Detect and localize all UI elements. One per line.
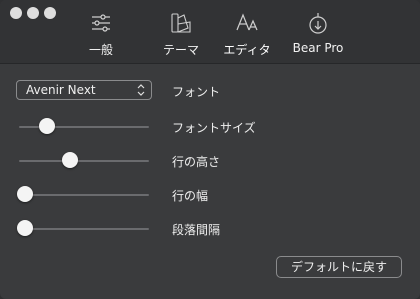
font-select[interactable]: Avenir Next bbox=[16, 80, 152, 100]
tab-theme[interactable]: テーマ bbox=[146, 10, 216, 58]
minimize-window-button[interactable] bbox=[27, 7, 39, 19]
tab-bear-pro[interactable]: Bear Pro bbox=[283, 10, 353, 58]
tab-theme-label: テーマ bbox=[162, 43, 199, 57]
tab-general-label: 一般 bbox=[88, 43, 113, 57]
tab-editor-label: エディタ bbox=[223, 43, 271, 57]
line-height-label: 行の高さ bbox=[172, 155, 221, 169]
close-window-button[interactable] bbox=[10, 7, 22, 19]
font-size-label: フォントサイズ bbox=[172, 121, 256, 135]
slider-track bbox=[19, 194, 149, 196]
font-size-slider[interactable] bbox=[19, 117, 149, 137]
sliders-icon bbox=[92, 14, 110, 32]
paragraph-spacing-label: 段落間隔 bbox=[172, 223, 221, 237]
font-label: フォント bbox=[172, 85, 221, 99]
reset-defaults-button[interactable]: デフォルトに戻す bbox=[276, 256, 402, 278]
slider-track bbox=[19, 160, 149, 162]
zoom-window-button[interactable] bbox=[44, 7, 56, 19]
line-height-slider[interactable] bbox=[19, 151, 149, 171]
palette-swatches-icon bbox=[171, 13, 191, 33]
font-select-value: Avenir Next bbox=[26, 83, 96, 97]
preferences-toolbar: 一般 テーマ エディタ Bear Pro bbox=[0, 0, 420, 64]
slider-knob[interactable] bbox=[17, 186, 33, 202]
line-width-label: 行の幅 bbox=[172, 189, 209, 203]
bear-pro-icon bbox=[309, 13, 327, 34]
slider-track bbox=[19, 228, 149, 230]
tab-editor[interactable]: エディタ bbox=[212, 10, 282, 58]
chevron-up-down-icon bbox=[137, 84, 145, 96]
preferences-window: 一般 テーマ エディタ Bear Pro Avenir Next フォント フォ… bbox=[0, 0, 420, 299]
paragraph-spacing-slider[interactable] bbox=[17, 219, 149, 239]
tab-general[interactable]: 一般 bbox=[66, 10, 136, 58]
font-aa-icon bbox=[236, 13, 258, 31]
tab-bear-pro-label: Bear Pro bbox=[292, 41, 344, 55]
line-width-slider[interactable] bbox=[17, 185, 149, 205]
slider-knob[interactable] bbox=[17, 220, 33, 236]
slider-knob[interactable] bbox=[61, 152, 78, 168]
slider-knob[interactable] bbox=[39, 118, 56, 134]
